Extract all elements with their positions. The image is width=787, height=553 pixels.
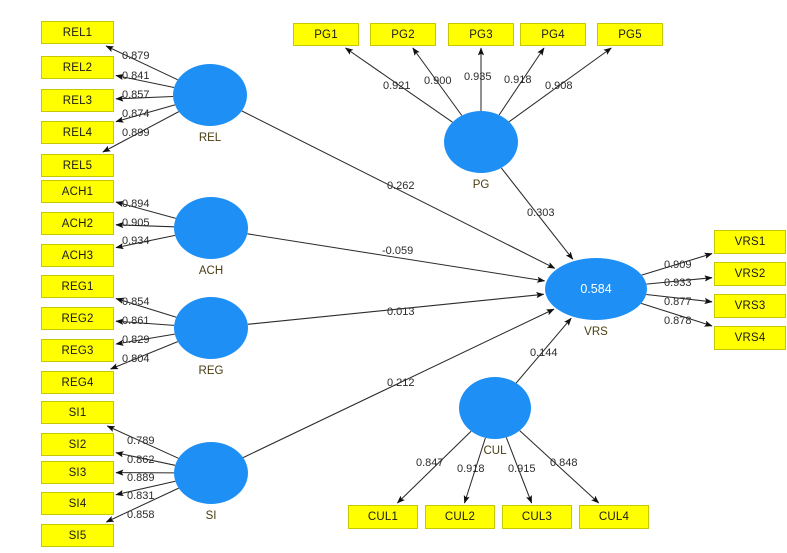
- loading-coefficient-reg-reg1: 0.854: [122, 296, 150, 308]
- latent-label-rel: REL: [198, 132, 222, 144]
- indicator-box-si2[interactable]: SI2: [41, 433, 114, 456]
- r-squared-value-vrs: 0.584: [580, 282, 612, 296]
- latent-node-si[interactable]: [174, 442, 248, 504]
- loading-coefficient-cul-cul1: 0.847: [416, 457, 444, 469]
- path-coefficient-si-vrs: 0.212: [387, 377, 415, 389]
- path-coefficient-cul-vrs: 0.144: [530, 347, 558, 359]
- latent-label-si: SI: [205, 510, 217, 522]
- loading-coefficient-si-si1: 0.789: [127, 435, 155, 447]
- loading-coefficient-pg-pg3: 0.935: [464, 71, 492, 83]
- loading-coefficient-rel-rel5: 0.899: [122, 127, 150, 139]
- loading-coefficient-pg-pg1: 0.921: [383, 80, 411, 92]
- loading-coefficient-pg-pg5: 0.908: [545, 80, 573, 92]
- loading-coefficient-vrs-vrs4: 0.878: [664, 315, 692, 327]
- indicator-box-rel1[interactable]: REL1: [41, 21, 114, 44]
- indicator-box-vrs1[interactable]: VRS1: [714, 230, 786, 254]
- latent-label-reg: REG: [198, 365, 224, 377]
- indicator-box-vrs3[interactable]: VRS3: [714, 294, 786, 318]
- indicator-box-pg1[interactable]: PG1: [293, 23, 359, 46]
- loading-coefficient-cul-cul4: 0.848: [550, 457, 578, 469]
- indicator-box-ach2[interactable]: ACH2: [41, 212, 114, 235]
- indicator-box-cul1[interactable]: CUL1: [348, 505, 418, 529]
- loading-coefficient-pg-pg4: 0.918: [504, 74, 532, 86]
- path-coefficient-pg-vrs: 0.303: [527, 207, 555, 219]
- indicator-box-rel2[interactable]: REL2: [41, 56, 114, 79]
- loading-coefficient-cul-cul2: 0.918: [457, 463, 485, 475]
- latent-node-rel[interactable]: [173, 64, 247, 126]
- indicator-box-reg3[interactable]: REG3: [41, 339, 114, 362]
- loading-coefficient-rel-rel4: 0.874: [122, 108, 150, 120]
- latent-label-vrs: VRS: [584, 326, 608, 338]
- indicator-box-si1[interactable]: SI1: [41, 401, 114, 424]
- indicator-box-si3[interactable]: SI3: [41, 461, 114, 484]
- indicator-box-pg2[interactable]: PG2: [370, 23, 436, 46]
- loading-coefficient-vrs-vrs2: 0.933: [664, 277, 692, 289]
- latent-node-cul[interactable]: [459, 377, 531, 439]
- loading-coefficient-rel-rel1: 0.879: [122, 50, 150, 62]
- sem-path-diagram-canvas: REL1 REL2 REL3 REL4 REL5 ACH1 ACH2 ACH3 REG1 REG2…: [0, 0, 787, 553]
- indicator-box-vrs2[interactable]: VRS2: [714, 262, 786, 286]
- loading-coefficient-ach-ach1: 0.894: [122, 198, 150, 210]
- path-coefficient-reg-vrs: 0.013: [387, 306, 415, 318]
- indicator-box-pg4[interactable]: PG4: [520, 23, 586, 46]
- loading-coefficient-cul-cul3: 0.915: [508, 463, 536, 475]
- indicator-box-reg1[interactable]: REG1: [41, 275, 114, 298]
- loading-coefficient-vrs-vrs1: 0.909: [664, 259, 692, 271]
- indicator-box-pg3[interactable]: PG3: [448, 23, 514, 46]
- indicator-box-rel3[interactable]: REL3: [41, 89, 114, 112]
- indicator-box-pg5[interactable]: PG5: [597, 23, 663, 46]
- path-coefficient-ach-vrs: -0.059: [382, 245, 414, 257]
- indicator-box-vrs4[interactable]: VRS4: [714, 326, 786, 350]
- loading-coefficient-si-si5: 0.858: [127, 509, 155, 521]
- indicator-box-ach3[interactable]: ACH3: [41, 244, 114, 267]
- loading-coefficient-si-si2: 0.862: [127, 454, 155, 466]
- indicator-box-ach1[interactable]: ACH1: [41, 180, 114, 203]
- latent-label-cul: CUL: [483, 445, 507, 457]
- loading-coefficient-rel-rel3: 0.857: [122, 89, 150, 101]
- loading-coefficient-vrs-vrs3: 0.877: [664, 296, 692, 308]
- loading-coefficient-reg-reg2: 0.861: [122, 315, 150, 327]
- indicator-box-reg2[interactable]: REG2: [41, 307, 114, 330]
- indicator-box-rel5[interactable]: REL5: [41, 154, 114, 177]
- indicator-box-cul2[interactable]: CUL2: [425, 505, 495, 529]
- loading-coefficient-reg-reg4: 0.804: [122, 353, 150, 365]
- indicator-box-rel4[interactable]: REL4: [41, 121, 114, 144]
- loading-coefficient-ach-ach2: 0.905: [122, 217, 150, 229]
- indicator-box-cul3[interactable]: CUL3: [502, 505, 572, 529]
- indicator-box-si4[interactable]: SI4: [41, 492, 114, 515]
- latent-label-pg: PG: [472, 179, 490, 191]
- path-coefficient-rel-vrs: 0.262: [387, 180, 415, 192]
- latent-node-reg[interactable]: [174, 297, 248, 359]
- loading-coefficient-si-si3: 0.889: [127, 472, 155, 484]
- latent-node-ach[interactable]: [174, 197, 248, 259]
- loading-coefficient-ach-ach3: 0.934: [122, 235, 150, 247]
- loading-coefficient-pg-pg2: 0.900: [424, 75, 452, 87]
- loading-coefficient-reg-reg3: 0.829: [122, 334, 150, 346]
- loading-coefficient-rel-rel2: 0.841: [122, 70, 150, 82]
- latent-label-ach: ACH: [198, 265, 224, 277]
- indicator-box-cul4[interactable]: CUL4: [579, 505, 649, 529]
- latent-node-pg[interactable]: [444, 111, 518, 173]
- loading-coefficient-si-si4: 0.831: [127, 490, 155, 502]
- indicator-box-reg4[interactable]: REG4: [41, 371, 114, 394]
- indicator-box-si5[interactable]: SI5: [41, 524, 114, 547]
